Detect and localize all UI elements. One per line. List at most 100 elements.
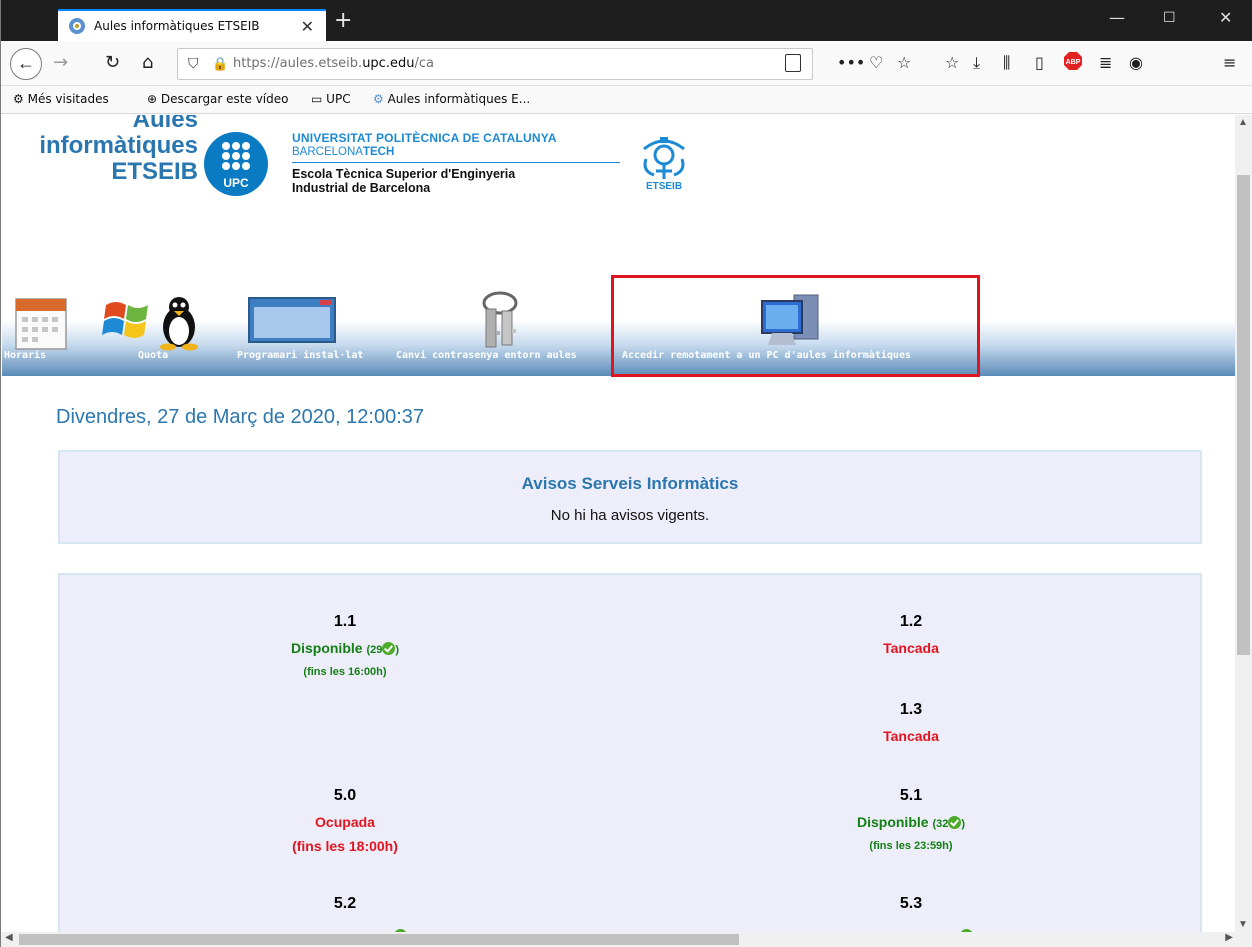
scroll-down-icon[interactable]: ▼ bbox=[1238, 919, 1248, 930]
globe-icon: ⊕ bbox=[147, 92, 158, 106]
university-name: UNIVERSITAT POLITÈCNICA DE CATALUNYA bbox=[292, 131, 557, 145]
room-number: 5.3 bbox=[899, 895, 923, 912]
room-status: Disponible (32) bbox=[856, 814, 966, 830]
scroll-up-icon[interactable]: ▲ bbox=[1238, 117, 1248, 128]
calendar-icon[interactable] bbox=[2, 297, 68, 353]
tab-close-icon[interactable]: ✕ bbox=[301, 17, 314, 37]
room-number: 5.2 bbox=[333, 895, 357, 912]
notices-title: Avisos Serveis Informàtics bbox=[521, 474, 739, 493]
menu-icon[interactable]: ≡ bbox=[1223, 53, 1236, 72]
page-content: Aules informàtiques ETSEIB UPC UNIVERSIT… bbox=[2, 115, 1235, 932]
room-1-3[interactable]: 1.3 Tancada bbox=[761, 701, 1061, 744]
home-icon[interactable]: ⌂ bbox=[142, 53, 153, 73]
check-icon bbox=[948, 816, 962, 829]
school-name-line-2: Industrial de Barcelona bbox=[292, 181, 431, 195]
current-date: Divendres, 27 de Març de 2020, 12:00:37 bbox=[56, 406, 425, 428]
room-number: 1.1 bbox=[333, 613, 357, 630]
room-status: Tancada bbox=[883, 640, 939, 656]
room-status: Ocupada bbox=[315, 814, 375, 830]
bookmark-download-video[interactable]: ⊕ Descargar este vídeo bbox=[147, 92, 288, 106]
room-5-1[interactable]: 5.1 Disponible (32) (fins les 23:59h) bbox=[761, 787, 1061, 852]
rooms-panel: 1.1 Disponible (29) (fins les 16:00h) 1.… bbox=[58, 573, 1202, 932]
etseib-seal[interactable]: ETSEIB bbox=[636, 131, 692, 195]
menu-item-quota[interactable]: Quota bbox=[138, 350, 168, 361]
extension-icon[interactable]: ≣ bbox=[1099, 53, 1112, 72]
etseib-seal-icon bbox=[643, 137, 685, 179]
bookmarks-toolbar-icon[interactable]: ☆ bbox=[945, 53, 959, 72]
room-status: Tancada bbox=[883, 728, 939, 744]
site-title-line-3: ETSEIB bbox=[111, 158, 198, 185]
room-number: 5.0 bbox=[333, 787, 357, 804]
pocket-icon[interactable]: ♡ bbox=[869, 53, 883, 72]
windows-icon[interactable] bbox=[100, 295, 156, 345]
more-actions-icon[interactable]: ••• bbox=[837, 53, 865, 72]
barcelonatech: BARCELONATECH bbox=[292, 146, 395, 158]
browser-tab[interactable]: Aules informàtiques ETSEIB ✕ bbox=[58, 9, 326, 41]
room-1-1[interactable]: 1.1 Disponible (29) (fins les 16:00h) bbox=[195, 613, 495, 678]
site-title[interactable]: Aules informàtiques ETSEIB bbox=[8, 115, 198, 185]
account-icon[interactable]: ◉ bbox=[1129, 53, 1143, 72]
vertical-scrollbar[interactable]: ▲ ▼ bbox=[1235, 115, 1252, 932]
bookmark-star-icon[interactable]: ☆ bbox=[897, 53, 911, 72]
library-icon[interactable]: ⫼ bbox=[1003, 53, 1010, 73]
scroll-right-icon[interactable]: ▶ bbox=[1225, 932, 1233, 943]
sidebar-icon[interactable]: ▯ bbox=[1035, 53, 1044, 72]
room-status: Disponible (29) bbox=[290, 640, 400, 656]
room-until: (fins les 18:00h) bbox=[292, 838, 398, 854]
tracking-shield-icon[interactable]: ⛉ bbox=[188, 55, 199, 72]
room-1-2[interactable]: 1.2 Tancada bbox=[761, 613, 1061, 656]
browser-window: Aules informàtiques ETSEIB ✕ + — ☐ ✕ ← →… bbox=[0, 0, 1252, 947]
download-icon[interactable]: ⤓ bbox=[973, 53, 980, 73]
keys-icon[interactable] bbox=[474, 291, 526, 351]
menu-item-horaris[interactable]: Horaris bbox=[4, 350, 46, 361]
header-divider bbox=[292, 162, 620, 163]
room-number: 5.1 bbox=[899, 787, 923, 804]
svg-text:ABP: ABP bbox=[1066, 59, 1081, 66]
bookmark-most-visited[interactable]: ⚙ Més visitades bbox=[13, 92, 109, 106]
bookmarks-bar: ⚙ Més visitades ⊕ Descargar este vídeo ▭… bbox=[1, 86, 1252, 114]
folder-icon: ▭ bbox=[311, 92, 323, 106]
software-window-icon[interactable] bbox=[248, 297, 338, 343]
bookmark-upc-folder[interactable]: ▭ UPC bbox=[311, 92, 351, 106]
upc-logo[interactable]: UPC bbox=[204, 132, 268, 196]
scroll-left-icon[interactable]: ◀ bbox=[5, 932, 13, 943]
room-until: (fins les 23:59h) bbox=[869, 840, 953, 852]
room-5-2[interactable]: 5.2 bbox=[195, 895, 495, 932]
reload-icon[interactable]: ↻ bbox=[105, 53, 120, 73]
linux-tux-icon[interactable] bbox=[156, 293, 202, 351]
new-tab-button[interactable]: + bbox=[334, 8, 352, 33]
notices-box: Avisos Serveis Informàtics No hi ha avis… bbox=[58, 450, 1202, 544]
maximize-icon[interactable]: ☐ bbox=[1163, 10, 1176, 26]
check-icon bbox=[382, 642, 396, 655]
room-number: 1.2 bbox=[899, 613, 923, 630]
highlight-box bbox=[611, 275, 980, 377]
room-5-3[interactable]: 5.3 bbox=[761, 895, 1061, 932]
title-bar: Aules informàtiques ETSEIB ✕ + — ☐ ✕ bbox=[1, 0, 1252, 41]
seal-text: ETSEIB bbox=[645, 181, 683, 192]
favicon-icon bbox=[69, 18, 85, 34]
minimize-icon[interactable]: — bbox=[1109, 8, 1125, 27]
room-5-0[interactable]: 5.0 Ocupada (fins les 18:00h) bbox=[195, 787, 495, 854]
notices-text: No hi ha avisos vigents. bbox=[550, 507, 710, 524]
horizontal-scrollbar-thumb[interactable] bbox=[19, 934, 739, 945]
url-text[interactable]: https://aules.etseib.upc.edu/ca bbox=[233, 56, 434, 71]
tab-title: Aules informàtiques ETSEIB bbox=[94, 19, 260, 33]
url-bar[interactable]: ⛉ 🔒 https://aules.etseib.upc.edu/ca bbox=[177, 48, 813, 80]
site-title-line-1: Aules bbox=[132, 115, 198, 133]
reader-view-icon[interactable] bbox=[785, 54, 801, 72]
horizontal-scrollbar[interactable]: ◀ ▶ bbox=[1, 932, 1252, 947]
menu-item-programari[interactable]: Programari instal·lat bbox=[237, 350, 363, 361]
upc-header-text: UNIVERSITAT POLITÈCNICA DE CATALUNYA BAR… bbox=[292, 131, 620, 195]
gear-icon: ⚙ bbox=[13, 92, 24, 106]
close-window-icon[interactable]: ✕ bbox=[1219, 8, 1232, 27]
forward-icon[interactable]: → bbox=[53, 53, 68, 73]
room-until: (fins les 16:00h) bbox=[303, 666, 387, 678]
school-name-line-1: Escola Tècnica Superior d'Enginyeria bbox=[292, 167, 516, 181]
scrollbar-thumb[interactable] bbox=[1237, 175, 1250, 655]
back-button[interactable]: ← bbox=[10, 48, 42, 80]
lock-icon[interactable]: 🔒 bbox=[212, 56, 228, 72]
bookmark-aules[interactable]: ⚙ Aules informàtiques E... bbox=[373, 92, 530, 106]
menu-item-canvi-contrasenya[interactable]: Canvi contrasenya entorn aules bbox=[396, 350, 577, 361]
room-number: 1.3 bbox=[899, 701, 923, 718]
adblock-icon[interactable]: ABP bbox=[1063, 51, 1083, 75]
